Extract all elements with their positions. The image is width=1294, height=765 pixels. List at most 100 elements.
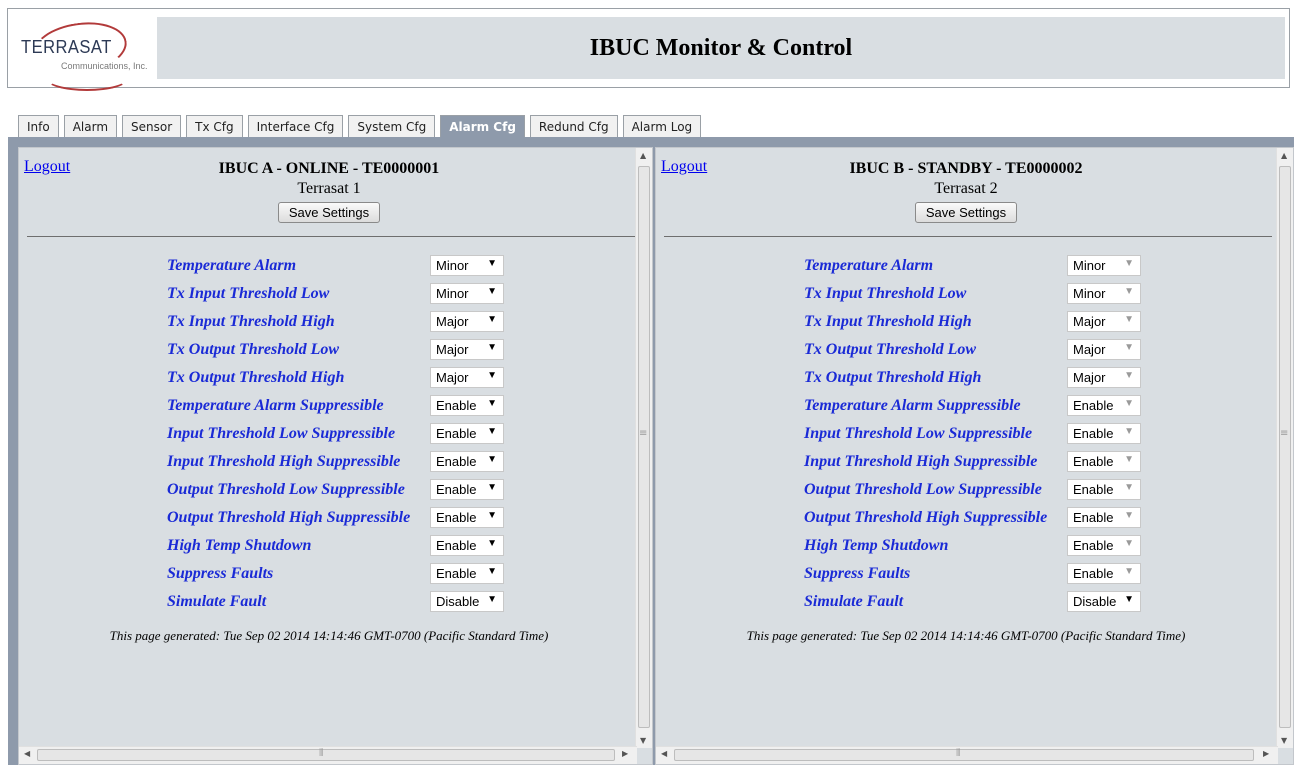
frame-a-subtitle: Terrasat 1 <box>297 180 361 197</box>
divider <box>27 236 635 237</box>
config-select[interactable]: Major ▼ <box>1067 367 1141 388</box>
config-select[interactable]: Minor ▼ <box>430 255 504 276</box>
config-select[interactable]: Major ▼ <box>430 311 504 332</box>
frame-a-title: IBUC A - ONLINE - TE0000001 <box>218 160 440 177</box>
scroll-right-arrow-icon[interactable]: ▶ <box>622 749 628 758</box>
config-label: Simulate Fault <box>804 593 904 610</box>
vertical-scrollbar-b[interactable]: ▲ ≡ ▼ <box>1276 148 1293 748</box>
config-select-value: Enable <box>1073 426 1114 441</box>
config-select[interactable]: Major ▼ <box>1067 311 1141 332</box>
scroll-right-arrow-icon[interactable]: ▶ <box>1263 749 1269 758</box>
chevron-down-icon: ▼ <box>487 370 497 381</box>
scroll-up-arrow-icon[interactable]: ▲ <box>1281 151 1287 160</box>
chevron-down-icon: ▼ <box>1124 286 1134 297</box>
config-select[interactable]: Enable ▼ <box>430 423 504 444</box>
tab-alarm-log[interactable]: Alarm Log <box>622 115 702 137</box>
config-label: Output Threshold High Suppressible <box>167 509 411 526</box>
config-select[interactable]: Disable ▼ <box>1067 591 1141 612</box>
config-label: Tx Output Threshold Low <box>804 341 977 358</box>
scroll-down-arrow-icon[interactable]: ▼ <box>640 736 646 745</box>
config-select-value: Enable <box>1073 482 1114 497</box>
config-select[interactable]: Enable ▼ <box>430 479 504 500</box>
chevron-down-icon: ▼ <box>487 538 497 549</box>
config-select[interactable]: Major ▼ <box>430 339 504 360</box>
config-label: Output Threshold High Suppressible <box>804 509 1048 526</box>
tab-alarm[interactable]: Alarm <box>63 115 118 137</box>
divider <box>664 236 1272 237</box>
config-select-value: Major <box>436 370 469 385</box>
scroll-thumb[interactable] <box>674 749 1254 761</box>
config-select[interactable]: Enable ▼ <box>1067 535 1141 556</box>
scroll-grip-icon: ≡ <box>1280 428 1289 439</box>
config-label: Output Threshold Low Suppressible <box>804 481 1042 498</box>
config-select[interactable]: Minor ▼ <box>430 283 504 304</box>
config-select-value: Enable <box>436 538 477 553</box>
config-select-value: Major <box>436 342 469 357</box>
config-label: Output Threshold Low Suppressible <box>167 481 405 498</box>
config-select[interactable]: Disable ▼ <box>430 591 504 612</box>
save-settings-button-b[interactable]: Save Settings <box>914 202 1018 223</box>
chevron-down-icon: ▼ <box>1124 370 1134 381</box>
chevron-down-icon: ▼ <box>1124 342 1134 353</box>
config-select[interactable]: Minor ▼ <box>1067 255 1141 276</box>
config-select[interactable]: Enable ▼ <box>1067 423 1141 444</box>
config-label: Input Threshold Low Suppressible <box>804 425 1033 442</box>
config-select[interactable]: Enable ▼ <box>1067 507 1141 528</box>
chevron-down-icon: ▼ <box>487 342 497 353</box>
scroll-thumb[interactable] <box>37 749 615 761</box>
chevron-down-icon: ▼ <box>1124 398 1134 409</box>
scroll-grip-icon: ≡ <box>639 428 648 439</box>
config-select[interactable]: Enable ▼ <box>1067 395 1141 416</box>
config-select-value: Enable <box>1073 538 1114 553</box>
scroll-thumb[interactable] <box>638 166 650 728</box>
page-title: IBUC Monitor & Control <box>589 34 853 61</box>
config-label: Temperature Alarm <box>167 257 297 274</box>
config-select[interactable]: Major ▼ <box>430 367 504 388</box>
ibuc-a-frame: Logout IBUC A - ONLINE - TE0000001 Terra… <box>18 147 653 765</box>
config-select-value: Disable <box>436 594 480 609</box>
save-settings-button-a[interactable]: Save Settings <box>277 202 381 223</box>
tab-interface-cfg[interactable]: Interface Cfg <box>247 115 344 137</box>
scroll-left-arrow-icon[interactable]: ◀ <box>24 749 30 758</box>
chevron-down-icon: ▼ <box>487 314 497 325</box>
config-label: Suppress Faults <box>804 565 911 582</box>
chevron-down-icon: ▼ <box>1124 314 1134 325</box>
config-select[interactable]: Enable ▼ <box>1067 451 1141 472</box>
chevron-down-icon: ▼ <box>1124 454 1134 465</box>
config-select-value: Enable <box>1073 510 1114 525</box>
config-select[interactable]: Enable ▼ <box>430 507 504 528</box>
config-select[interactable]: Enable ▼ <box>1067 563 1141 584</box>
horizontal-scrollbar-b[interactable]: ◀ ⦀ ▶ <box>656 746 1278 764</box>
horizontal-scrollbar-a[interactable]: ◀ ⦀ ▶ <box>19 746 637 764</box>
config-select-value: Minor <box>436 258 469 273</box>
config-select-value: Minor <box>1073 286 1106 301</box>
scroll-thumb[interactable] <box>1279 166 1291 728</box>
tab-alarm-cfg[interactable]: Alarm Cfg <box>440 115 525 137</box>
frame-b-header: IBUC B - STANDBY - TE0000002 Terrasat 2 … <box>656 160 1276 223</box>
config-select-value: Minor <box>436 286 469 301</box>
generated-timestamp-a: This page generated: Tue Sep 02 2014 14:… <box>109 628 549 643</box>
scroll-up-arrow-icon[interactable]: ▲ <box>640 151 646 160</box>
config-label: Tx Input Threshold High <box>167 313 335 330</box>
config-select-value: Enable <box>1073 454 1114 469</box>
tab-redund-cfg[interactable]: Redund Cfg <box>529 115 618 137</box>
config-label: Input Threshold High Suppressible <box>804 453 1038 470</box>
config-select[interactable]: Enable ▼ <box>1067 479 1141 500</box>
tab-info[interactable]: Info <box>18 115 59 137</box>
config-select[interactable]: Minor ▼ <box>1067 283 1141 304</box>
scroll-down-arrow-icon[interactable]: ▼ <box>1281 736 1287 745</box>
config-label: Temperature Alarm Suppressible <box>804 397 1021 414</box>
generated-timestamp-b: This page generated: Tue Sep 02 2014 14:… <box>746 628 1186 643</box>
tab-system-cfg[interactable]: System Cfg <box>348 115 436 137</box>
config-select[interactable]: Enable ▼ <box>430 451 504 472</box>
config-select[interactable]: Enable ▼ <box>430 563 504 584</box>
config-select[interactable]: Enable ▼ <box>430 535 504 556</box>
config-label: Tx Input Threshold Low <box>804 285 967 302</box>
vertical-scrollbar-a[interactable]: ▲ ≡ ▼ <box>635 148 652 748</box>
scroll-left-arrow-icon[interactable]: ◀ <box>661 749 667 758</box>
config-select[interactable]: Enable ▼ <box>430 395 504 416</box>
config-select-value: Enable <box>436 454 477 469</box>
tab-sensor[interactable]: Sensor <box>122 115 182 137</box>
tab-tx-cfg[interactable]: Tx Cfg <box>186 115 243 137</box>
config-select[interactable]: Major ▼ <box>1067 339 1141 360</box>
